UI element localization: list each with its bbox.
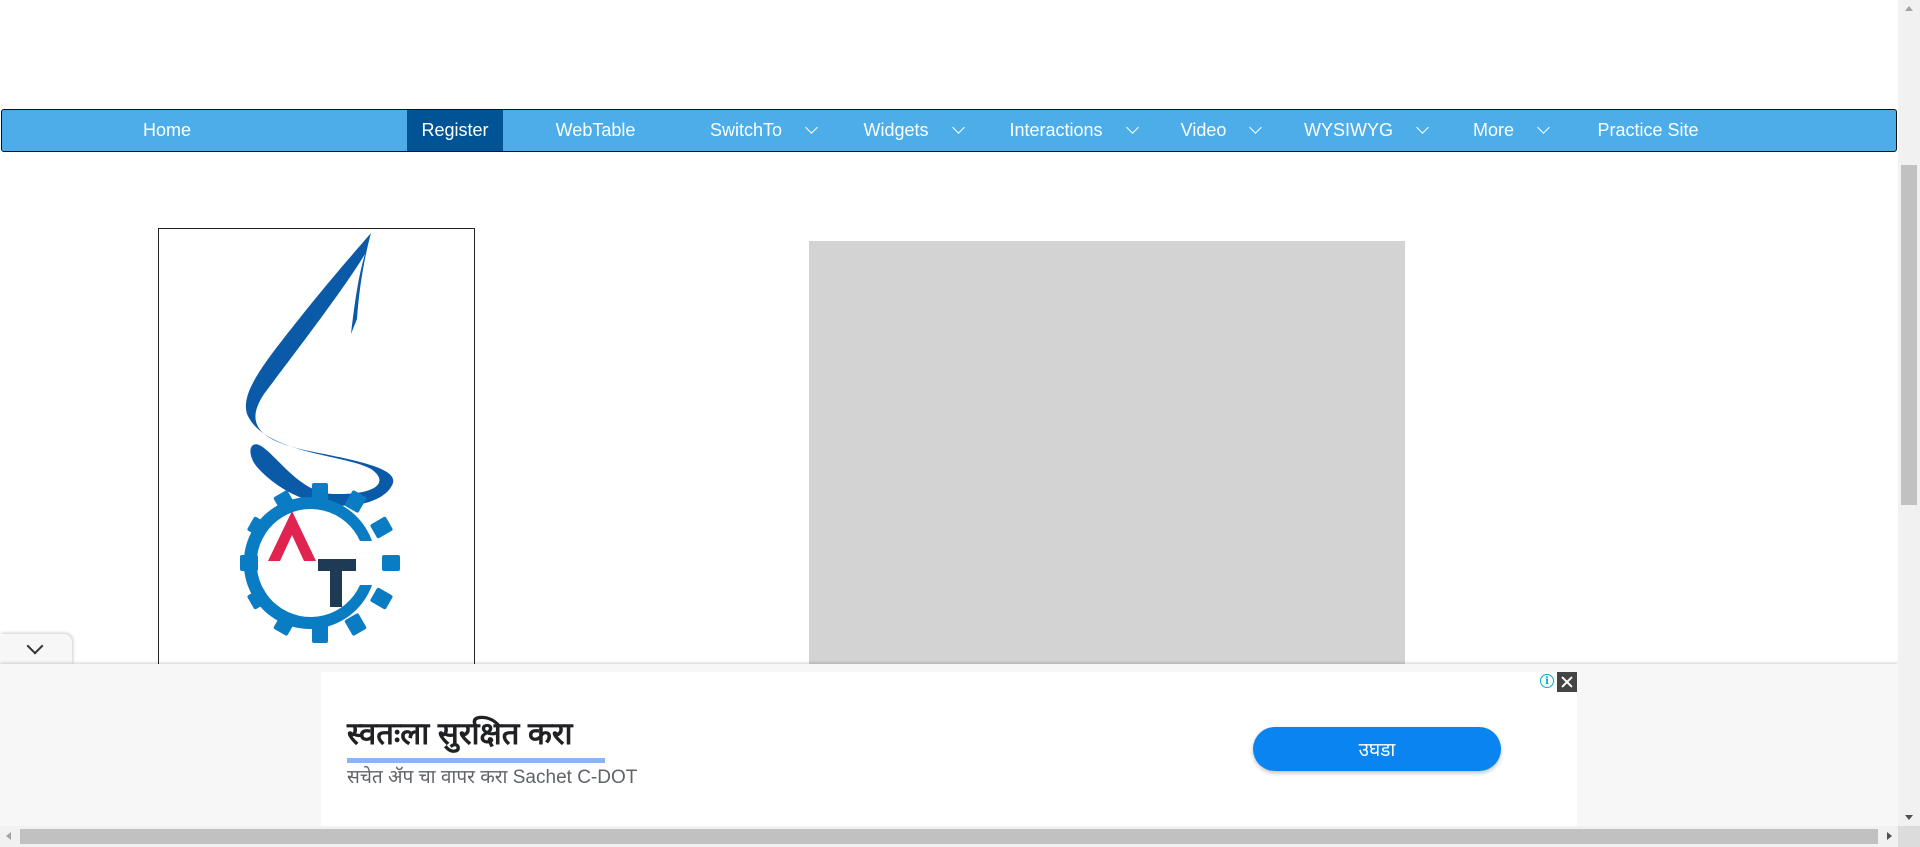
main-navbar: Home Register WebTable SwitchTo Widgets [1, 109, 1897, 152]
nav-item-label: Register [421, 120, 489, 140]
content-placeholder [809, 241, 1405, 671]
nav-item-switchto[interactable]: SwitchTo [688, 110, 838, 151]
nav-item-wysiwyg[interactable]: WYSIWYG [1283, 110, 1448, 151]
ad-subtitle: सचेत ॲप चा वापर करा Sachet C-DOT [347, 767, 638, 788]
nav-item-label: Video [1180, 120, 1227, 140]
chevron-down-icon [1125, 121, 1139, 134]
automation-testing-gear-logo [240, 483, 400, 643]
scroll-right-icon[interactable] [1887, 832, 1892, 840]
chevron-down-icon [26, 637, 44, 655]
ad-creative[interactable]: स्वतःला सुरक्षित करा सचेत ॲप चा वापर करा… [321, 672, 1577, 826]
scrollbar-corner [1898, 826, 1920, 847]
browser-page: Home Register WebTable SwitchTo Widgets [0, 0, 1920, 847]
horizontal-scroll-thumb[interactable] [20, 829, 1878, 844]
nav-item-webtable[interactable]: WebTable [503, 110, 688, 151]
nav-item-video[interactable]: Video [1158, 110, 1283, 151]
nav-item-more[interactable]: More [1448, 110, 1573, 151]
close-icon[interactable] [1557, 672, 1577, 692]
nav-item-label: WebTable [555, 120, 636, 140]
ad-toggle-button[interactable] [0, 634, 72, 664]
vertical-scrollbar[interactable] [1898, 0, 1920, 826]
chevron-down-icon [1416, 121, 1429, 134]
nav-item-interactions[interactable]: Interactions [988, 110, 1158, 151]
chevron-down-icon [1537, 121, 1550, 134]
ad-title: स्वतःला सुरक्षित करा [347, 716, 573, 751]
chevron-down-icon [1249, 121, 1263, 134]
horizontal-scrollbar[interactable] [0, 826, 1898, 847]
nav-item-register[interactable]: Register [407, 110, 503, 151]
scroll-down-icon[interactable] [1905, 815, 1913, 820]
vertical-scroll-thumb[interactable] [1901, 165, 1917, 505]
nav-item-label: Home [142, 120, 191, 140]
info-icon[interactable]: i [1540, 674, 1554, 688]
nav-item-widgets[interactable]: Widgets [838, 110, 988, 151]
ad-open-button[interactable]: उघडा [1253, 727, 1501, 771]
nav-item-label: SwitchTo [709, 120, 783, 140]
s-stroke-shape [245, 233, 394, 506]
nav-item-practice-site[interactable]: Practice Site [1573, 110, 1723, 151]
chevron-down-icon [805, 121, 818, 134]
nav-item-label: Widgets [863, 120, 929, 140]
ad-open-button-label: उघडा [1358, 740, 1396, 761]
scroll-left-icon[interactable] [6, 832, 11, 840]
nav-item-label: WYSIWYG [1304, 120, 1393, 140]
nav-item-label: Interactions [1009, 120, 1103, 140]
nav-item-label: More [1472, 120, 1514, 140]
scroll-up-icon[interactable] [1905, 6, 1913, 11]
chevron-down-icon [951, 121, 965, 134]
nav-item-label: Practice Site [1597, 120, 1699, 140]
nav-item-home[interactable]: Home [2, 110, 332, 151]
